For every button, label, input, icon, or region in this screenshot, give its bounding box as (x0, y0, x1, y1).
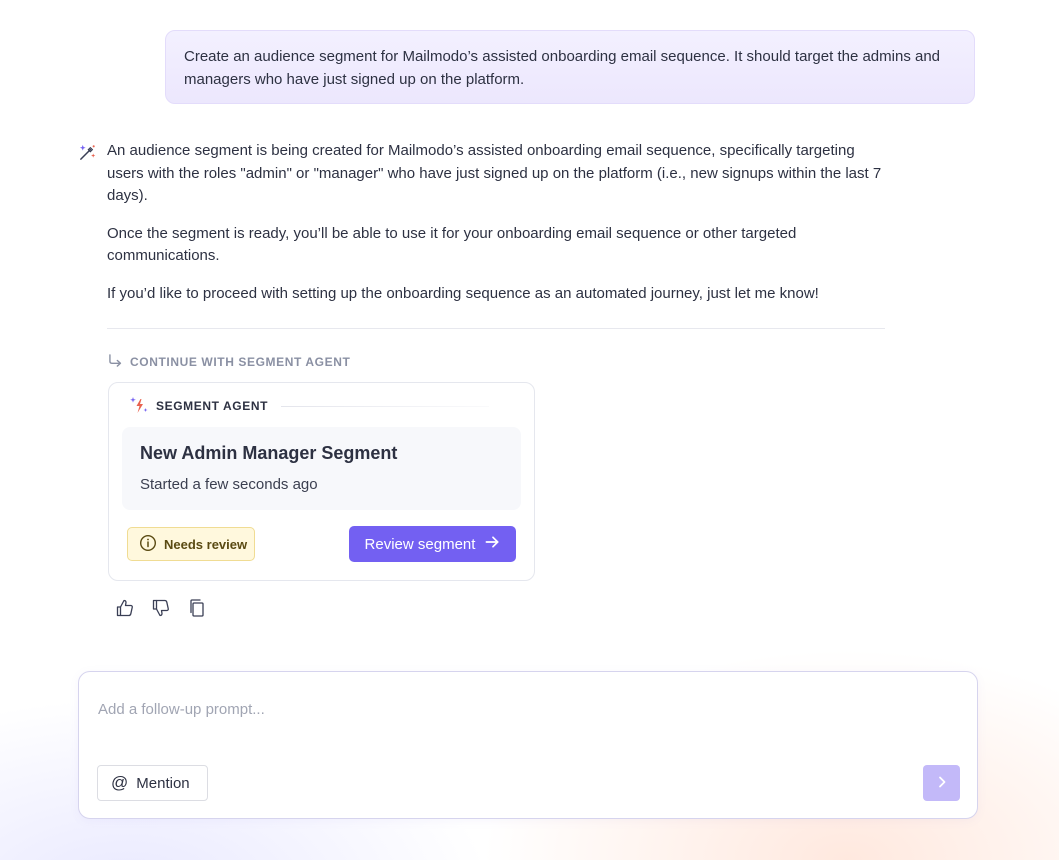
magic-wand-icon (78, 143, 97, 162)
thumbs-down-icon[interactable] (151, 597, 171, 619)
header-divider (281, 405, 489, 407)
agent-card-title: SEGMENT AGENT (156, 399, 269, 413)
review-button-label: Review segment (364, 535, 476, 553)
thumbs-up-icon[interactable] (115, 597, 135, 619)
info-icon (139, 534, 157, 555)
mention-label: Mention (136, 774, 190, 792)
prompt-composer: @ Mention (78, 671, 978, 819)
assistant-paragraph-3: If you’d like to proceed with setting up… (107, 284, 819, 302)
needs-review-badge: Needs review (127, 527, 255, 561)
continue-with-agent-label: CONTINUE WITH SEGMENT AGENT (108, 352, 350, 372)
assistant-paragraph-2: Once the segment is ready, you’ll be abl… (107, 224, 797, 265)
segment-agent-card: SEGMENT AGENT New Admin Manager Segment … (108, 382, 535, 581)
arrow-right-icon (485, 535, 500, 553)
at-sign-icon: @ (111, 773, 129, 792)
assistant-response: An audience segment is being created for… (107, 140, 892, 320)
assistant-paragraph-1: An audience segment is being created for… (107, 142, 882, 204)
mention-button[interactable]: @ Mention (97, 765, 208, 801)
copy-icon[interactable] (187, 597, 207, 619)
sparkle-bolt-icon (129, 395, 149, 418)
response-divider (107, 328, 885, 329)
review-segment-button[interactable]: Review segment (349, 526, 516, 562)
user-message-bubble: Create an audience segment for Mailmodo’… (165, 30, 975, 104)
segment-name: New Admin Manager Segment (140, 443, 398, 463)
chevron-right-icon (936, 775, 948, 792)
continue-label-text: CONTINUE WITH SEGMENT AGENT (130, 355, 351, 369)
send-button[interactable] (923, 765, 960, 801)
return-arrow-icon (108, 354, 123, 370)
badge-label: Needs review (164, 536, 248, 552)
user-message-text: Create an audience segment for Mailmodo’… (184, 48, 941, 88)
segment-summary: New Admin Manager Segment Started a few … (122, 427, 521, 510)
feedback-actions (115, 597, 207, 619)
segment-status-time: Started a few seconds ago (140, 476, 318, 493)
agent-card-header: SEGMENT AGENT (129, 395, 489, 417)
follow-up-prompt-input[interactable] (98, 696, 948, 722)
